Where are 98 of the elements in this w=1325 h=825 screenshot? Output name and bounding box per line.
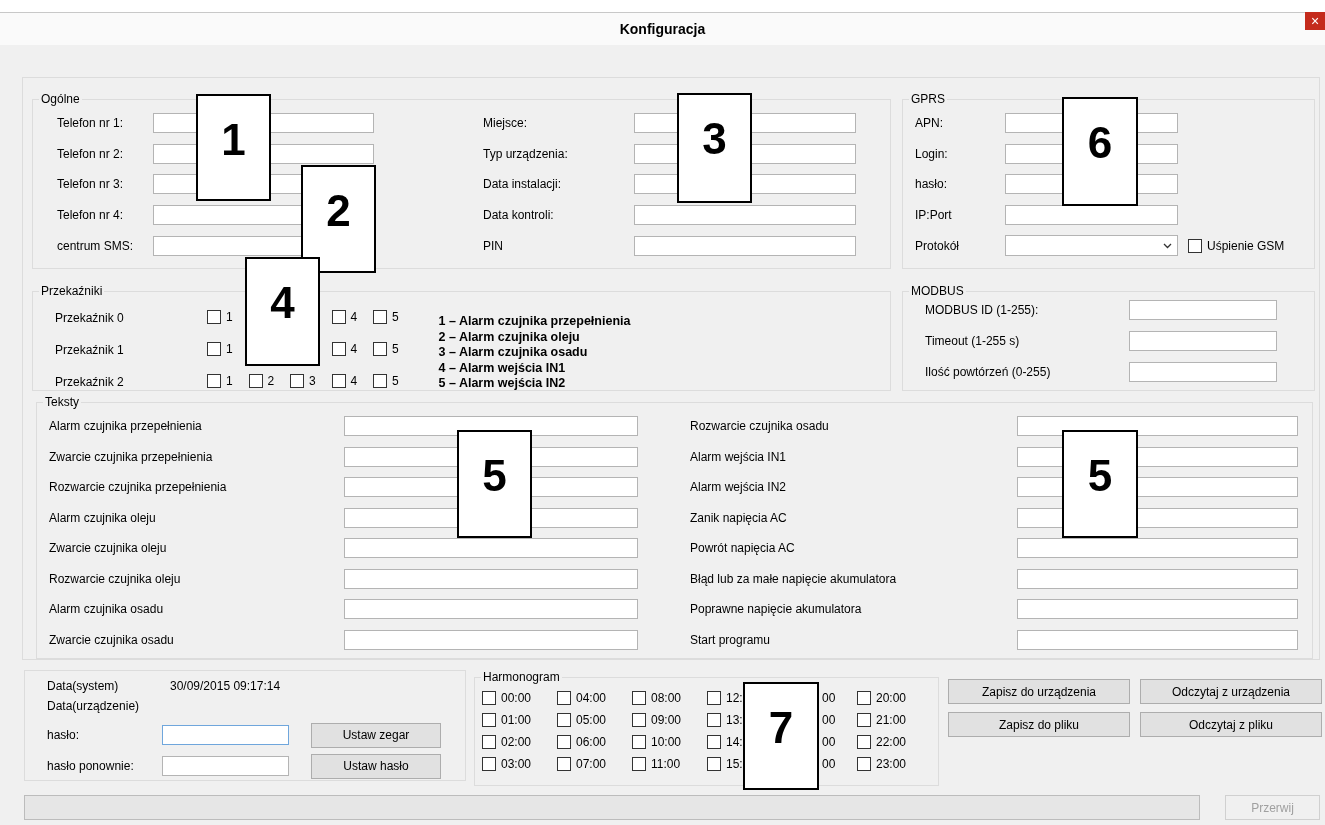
field-label: Alarm wejścia IN1 bbox=[690, 449, 788, 464]
callout-tooltip: 2 bbox=[301, 165, 376, 273]
callout-tooltip: 1 bbox=[196, 94, 271, 201]
field-label: Zwarcie czujnika oleju bbox=[49, 541, 168, 555]
group-title: Harmonogram bbox=[483, 670, 560, 684]
checkbox-label: 06:00 bbox=[576, 734, 607, 749]
field-label: Poprawne napięcie akumulatora bbox=[690, 602, 863, 616]
checkbox-label: 5 bbox=[392, 341, 399, 356]
legend-line: 2 – Alarm czujnika oleju bbox=[438, 329, 581, 345]
field-label: Zanik napięcia AC bbox=[690, 510, 788, 525]
group-title: Ogólne bbox=[41, 92, 80, 106]
relay-label: Przekaźnik 0 bbox=[55, 311, 125, 325]
legend-line: 1 – Alarm czujnika przepełnienia bbox=[438, 314, 631, 330]
field-label: Typ urządzenia: bbox=[483, 146, 569, 161]
field-label: Timeout (1-255 s) bbox=[925, 334, 1021, 348]
field-label: Zwarcie czujnika przepełnienia bbox=[49, 449, 214, 464]
checkbox-label: 11:00 bbox=[651, 756, 681, 771]
group-title: Teksty bbox=[45, 395, 79, 409]
callout-tooltip: 6 bbox=[1062, 97, 1138, 206]
field-label: Powrót napięcia AC bbox=[690, 541, 796, 555]
checkbox-label: 3 bbox=[309, 373, 316, 388]
field-label: Telefon nr 4: bbox=[57, 208, 125, 223]
field-label: Ilość powtórzeń (0-255) bbox=[925, 365, 1052, 379]
checkbox-label: 10:00 bbox=[651, 734, 682, 749]
checkbox-label: 00 bbox=[821, 712, 836, 727]
checkbox-label: 07:00 bbox=[576, 756, 607, 771]
date-value: 30/09/2015 09:17:14 bbox=[170, 679, 281, 693]
checkbox-label: 22:00 bbox=[876, 734, 907, 749]
field-label: Rozwarcie czujnika przepełnienia bbox=[49, 480, 228, 494]
checkbox-label: 4 bbox=[350, 309, 358, 324]
field-label: Data kontroli: bbox=[483, 208, 555, 223]
checkbox-label: 09:00 bbox=[651, 712, 682, 727]
field-label: APN: bbox=[915, 116, 944, 130]
field-label: hasło: bbox=[47, 728, 81, 742]
checkbox-label: 13: bbox=[726, 712, 743, 727]
group-title: Przekaźniki bbox=[41, 284, 103, 298]
field-label: hasło: bbox=[915, 177, 949, 192]
checkbox-label: 4 bbox=[350, 341, 358, 356]
group-title: MODBUS bbox=[911, 284, 964, 298]
field-label: Telefon nr 1: bbox=[57, 116, 125, 130]
field-label: Alarm wejścia IN2 bbox=[690, 480, 788, 494]
field-label: Protokół bbox=[915, 238, 961, 253]
field-label: Błąd lub za małe napięcie akumulatora bbox=[690, 571, 898, 586]
checkbox-label: 15: bbox=[726, 756, 743, 771]
field-label: Login: bbox=[915, 146, 949, 161]
field-label: Alarm czujnika osadu bbox=[49, 602, 165, 616]
checkbox-label: 2 bbox=[267, 373, 275, 388]
legend-line: 3 – Alarm czujnika osadu bbox=[438, 345, 589, 361]
field-label: centrum SMS: bbox=[57, 238, 135, 253]
callout-tooltip: 4 bbox=[245, 257, 320, 366]
callout-tooltip: 5 bbox=[1062, 430, 1138, 538]
field-label: Start programu bbox=[690, 632, 772, 647]
callout-tooltip: 7 bbox=[743, 682, 819, 790]
field-label: Miejsce: bbox=[483, 116, 528, 130]
field-label: PIN bbox=[483, 238, 504, 253]
group-title: GPRS bbox=[911, 92, 945, 106]
checkbox-label: 08:00 bbox=[651, 690, 682, 705]
checkbox-label: 00 bbox=[821, 756, 836, 771]
field-label: Alarm czujnika przepełnienia bbox=[49, 419, 203, 433]
checkbox-label: 5 bbox=[392, 373, 399, 388]
checkbox-label: 05:00 bbox=[576, 712, 607, 727]
relay-label: Przekaźnik 2 bbox=[55, 375, 125, 389]
checkbox-label: 12: bbox=[726, 690, 743, 705]
checkbox-label: 5 bbox=[392, 309, 399, 324]
relay-label: Przekaźnik 1 bbox=[55, 343, 125, 357]
field-label: IP:Port bbox=[915, 208, 953, 223]
field-label: Data(urządzenie) bbox=[47, 699, 141, 713]
checkbox-label: 1 bbox=[226, 341, 233, 356]
checkbox-label: 14: bbox=[726, 734, 743, 749]
field-label: MODBUS ID (1-255): bbox=[925, 303, 1040, 317]
legend-line: 4 – Alarm wejścia IN1 bbox=[438, 360, 567, 376]
callout-tooltip: 5 bbox=[457, 430, 532, 538]
field-label: Rozwarcie czujnika osadu bbox=[690, 419, 830, 433]
field-label: Telefon nr 3: bbox=[57, 177, 125, 192]
checkbox-label: Uśpienie GSM bbox=[1207, 238, 1285, 253]
field-label: Telefon nr 2: bbox=[57, 146, 125, 161]
checkbox-label: 21:00 bbox=[876, 712, 907, 727]
checkbox-label: 1 bbox=[226, 373, 233, 388]
field-label: Rozwarcie czujnika oleju bbox=[49, 571, 182, 586]
checkbox-label: 00 bbox=[821, 690, 836, 705]
field-label: Data instalacji: bbox=[483, 177, 563, 192]
checkbox-label: 02:00 bbox=[501, 734, 532, 749]
checkbox-label: 20:00 bbox=[876, 690, 907, 705]
field-label: Zwarcie czujnika osadu bbox=[49, 632, 175, 647]
checkbox-label: 00 bbox=[821, 734, 836, 749]
legend-line: 5 – Alarm wejścia IN2 bbox=[438, 376, 567, 392]
checkbox-label: 23:00 bbox=[876, 756, 907, 771]
field-label: hasło ponownie: bbox=[47, 759, 135, 773]
checkbox-label: 1 bbox=[226, 309, 233, 324]
checkbox-label: 03:00 bbox=[501, 756, 532, 771]
checkbox-label: 00:00 bbox=[501, 690, 532, 705]
checkbox-label: 4 bbox=[350, 373, 358, 388]
field-label: Alarm czujnika oleju bbox=[49, 510, 157, 525]
checkbox-label: 04:00 bbox=[576, 690, 607, 705]
callout-tooltip: 3 bbox=[677, 93, 752, 203]
window-title: Konfiguracja bbox=[619, 20, 706, 37]
checkbox-label: 01:00 bbox=[501, 712, 532, 727]
field-label: Data(system) bbox=[47, 679, 120, 693]
